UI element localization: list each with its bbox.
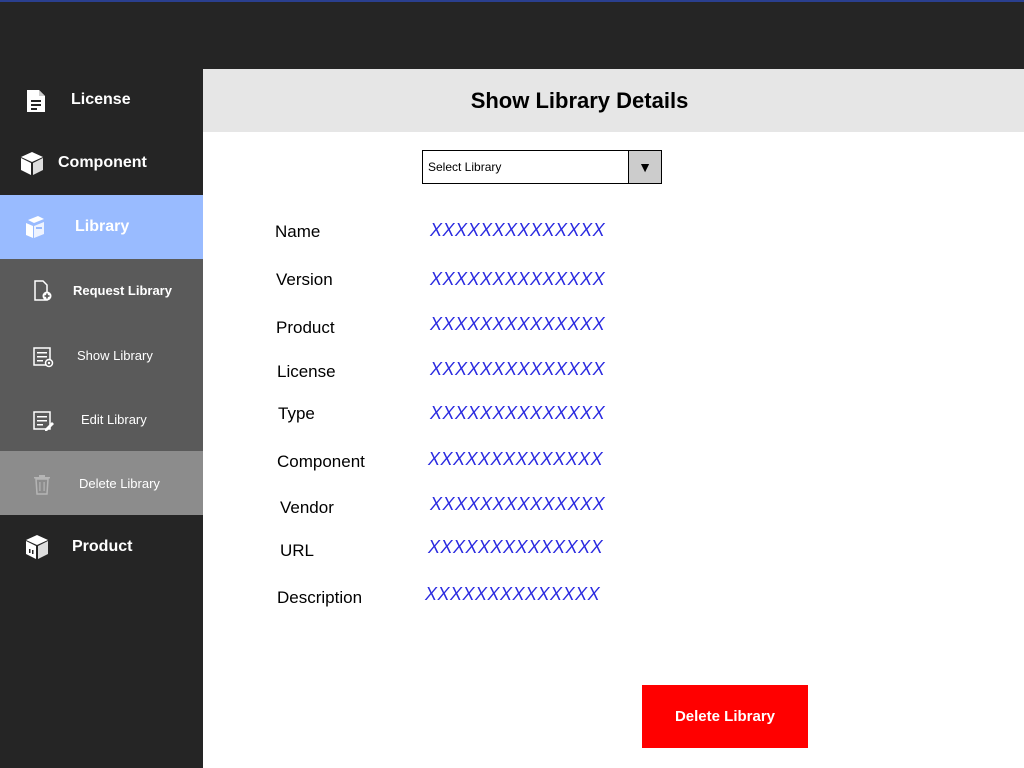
page-title: Show Library Details <box>470 88 689 113</box>
file-add-icon <box>32 280 54 302</box>
field-value-type: XXXXXXXXXXXXXX <box>430 403 606 423</box>
sidebar-item-component[interactable]: Component <box>0 132 203 196</box>
top-bar <box>0 0 1024 69</box>
submenu-item-request-library[interactable]: Request Library <box>0 259 203 323</box>
field-label-url: URL <box>280 541 315 560</box>
submenu-item-label: Delete Library <box>79 476 160 491</box>
library-icon <box>22 214 48 240</box>
submenu-item-label: Request Library <box>73 283 172 298</box>
library-select[interactable]: Select Library ▼ <box>422 150 662 184</box>
submenu-item-edit-library[interactable]: Edit Library <box>0 387 203 451</box>
field-label-component: Component <box>277 452 365 471</box>
field-value-name: XXXXXXXXXXXXXX <box>430 220 606 240</box>
submenu-item-delete-library[interactable]: Delete Library <box>0 451 203 515</box>
field-label-description: Description <box>277 588 363 607</box>
trash-icon <box>31 473 53 495</box>
sidebar-item-product[interactable]: Product <box>0 515 203 579</box>
field-label-product: Product <box>276 318 335 337</box>
chevron-down-icon[interactable]: ▼ <box>628 151 661 183</box>
sidebar-item-label: Component <box>58 154 147 171</box>
submenu-item-label: Edit Library <box>81 412 147 427</box>
field-value-url: XXXXXXXXXXXXXX <box>428 537 604 557</box>
field-value-component: XXXXXXXXXXXXXX <box>428 449 604 469</box>
field-label-version: Version <box>276 270 333 289</box>
sidebar: License Component Library Request Librar… <box>0 69 203 768</box>
license-icon <box>23 88 49 114</box>
field-label-name: Name <box>275 222 321 241</box>
component-icon <box>19 150 45 176</box>
sidebar-item-label: License <box>71 91 131 108</box>
field-value-description: XXXXXXXXXXXXXX <box>425 584 601 604</box>
main-content: Show Library Details Select Library ▼ Na… <box>203 69 1024 768</box>
submenu-item-label: Show Library <box>77 348 153 363</box>
list-view-icon <box>33 346 55 368</box>
field-value-version: XXXXXXXXXXXXXX <box>430 269 606 289</box>
field-label-vendor: Vendor <box>280 498 334 517</box>
product-icon <box>24 534 50 560</box>
library-select-value: Select Library <box>428 160 502 174</box>
submenu-item-show-library[interactable]: Show Library <box>0 323 203 387</box>
field-value-product: XXXXXXXXXXXXXX <box>430 314 606 334</box>
sidebar-item-license[interactable]: License <box>0 69 203 133</box>
field-label-type: Type <box>278 404 315 423</box>
sidebar-item-label: Product <box>72 538 133 555</box>
field-value-license: XXXXXXXXXXXXXX <box>430 359 606 379</box>
delete-library-button[interactable]: Delete Library <box>642 685 808 748</box>
field-label-license: License <box>277 362 336 381</box>
field-value-vendor: XXXXXXXXXXXXXX <box>430 494 606 514</box>
sidebar-item-label: Library <box>75 218 130 235</box>
sidebar-item-library[interactable]: Library <box>0 195 203 259</box>
page-header: Show Library Details <box>203 69 1024 132</box>
list-edit-icon <box>33 410 55 432</box>
